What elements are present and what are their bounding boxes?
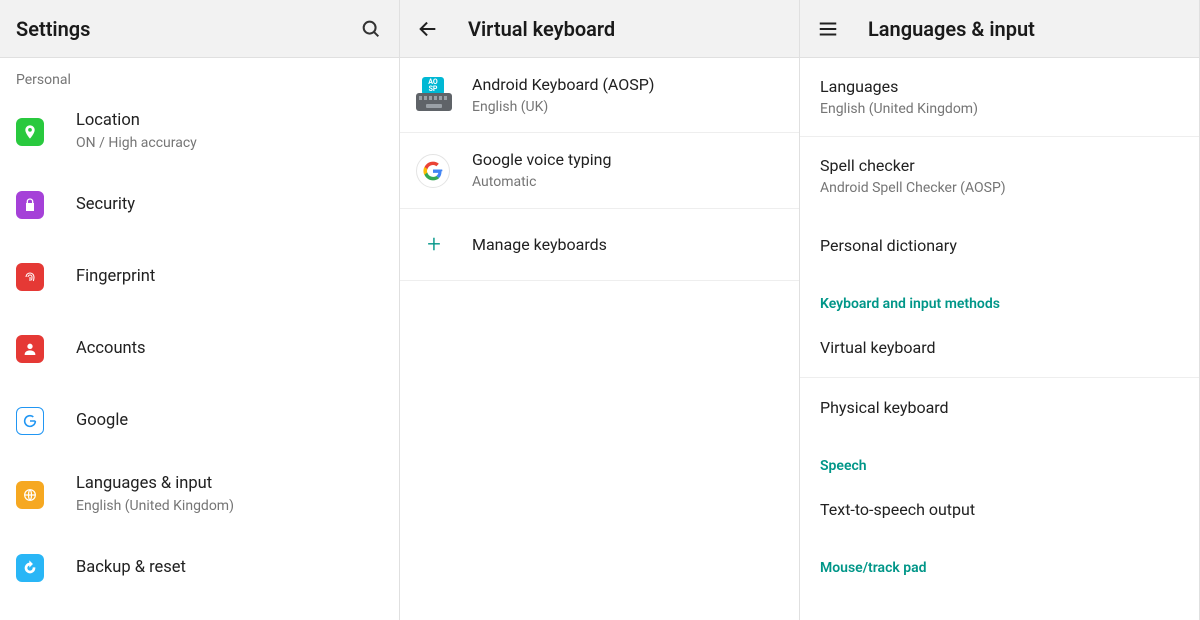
- li-title: Languages & input: [868, 17, 1183, 41]
- li-item-label: Languages: [820, 76, 1179, 98]
- virtual-keyboard-panel: Virtual keyboard AOSP Android Keyboard (…: [400, 0, 800, 620]
- hamburger-icon[interactable]: [816, 17, 840, 41]
- settings-item-sub: ON / High accuracy: [76, 134, 383, 153]
- settings-item-backup-reset[interactable]: Backup & reset: [0, 532, 399, 604]
- li-item-label: Physical keyboard: [820, 397, 1179, 419]
- li-category-speech: Speech: [800, 438, 1199, 480]
- li-category-mouse-trackpad: Mouse/track pad: [800, 540, 1199, 582]
- settings-category-personal: Personal: [0, 58, 399, 94]
- settings-panel: Settings Personal Location ON / High acc…: [0, 0, 400, 620]
- settings-item-label: Google: [76, 410, 383, 432]
- settings-title: Settings: [16, 17, 359, 41]
- settings-item-label: Location: [76, 110, 383, 132]
- fingerprint-icon: [16, 263, 76, 291]
- vk-appbar: Virtual keyboard: [400, 0, 799, 58]
- globe-icon: [16, 481, 76, 509]
- li-list: Languages English (United Kingdom) Spell…: [800, 58, 1199, 620]
- restore-icon: [16, 554, 76, 582]
- settings-item-accounts[interactable]: Accounts: [0, 313, 399, 385]
- settings-appbar: Settings: [0, 0, 399, 58]
- li-item-spell-checker[interactable]: Spell checker Android Spell Checker (AOS…: [800, 137, 1199, 215]
- settings-item-location[interactable]: Location ON / High accuracy: [0, 94, 399, 169]
- search-icon[interactable]: [359, 17, 383, 41]
- li-item-label: Personal dictionary: [820, 235, 1179, 257]
- lock-icon: [16, 191, 76, 219]
- google-g-icon: [16, 407, 76, 435]
- li-appbar: Languages & input: [800, 0, 1199, 58]
- li-item-sub: English (United Kingdom): [820, 100, 1179, 119]
- languages-input-panel: Languages & input Languages English (Uni…: [800, 0, 1200, 620]
- settings-item-google[interactable]: Google: [0, 385, 399, 457]
- li-item-label: Virtual keyboard: [820, 337, 1179, 359]
- settings-list: Personal Location ON / High accuracy Sec…: [0, 58, 399, 620]
- settings-item-languages-input[interactable]: Languages & input English (United Kingdo…: [0, 457, 399, 532]
- back-icon[interactable]: [416, 17, 440, 41]
- settings-item-security[interactable]: Security: [0, 169, 399, 241]
- li-item-languages[interactable]: Languages English (United Kingdom): [800, 58, 1199, 137]
- li-item-virtual-keyboard[interactable]: Virtual keyboard: [800, 318, 1199, 378]
- li-item-tts-output[interactable]: Text-to-speech output: [800, 480, 1199, 540]
- li-item-label: Text-to-speech output: [820, 499, 1179, 521]
- settings-item-label: Security: [76, 194, 383, 216]
- vk-list: AOSP Android Keyboard (AOSP) English (UK…: [400, 58, 799, 620]
- aosp-keyboard-icon: AOSP: [416, 79, 472, 111]
- settings-item-label: Fingerprint: [76, 266, 383, 288]
- vk-item-google-voice[interactable]: Google voice typing Automatic: [400, 133, 799, 208]
- vk-item-label: Android Keyboard (AOSP): [472, 74, 783, 96]
- google-logo-icon: [416, 154, 472, 188]
- settings-item-label: Accounts: [76, 338, 383, 360]
- settings-item-sub: English (United Kingdom): [76, 497, 383, 516]
- li-item-personal-dictionary[interactable]: Personal dictionary: [800, 216, 1199, 276]
- li-category-keyboard-methods: Keyboard and input methods: [800, 276, 1199, 318]
- settings-item-fingerprint[interactable]: Fingerprint: [0, 241, 399, 313]
- vk-title: Virtual keyboard: [468, 17, 783, 41]
- vk-item-label: Manage keyboards: [472, 234, 783, 256]
- person-icon: [16, 335, 76, 363]
- vk-item-sub: Automatic: [472, 173, 783, 192]
- location-icon: [16, 118, 76, 146]
- vk-item-manage-keyboards[interactable]: + Manage keyboards: [400, 209, 799, 281]
- vk-item-label: Google voice typing: [472, 149, 783, 171]
- li-item-sub: Android Spell Checker (AOSP): [820, 179, 1179, 198]
- settings-item-label: Languages & input: [76, 473, 383, 495]
- settings-item-label: Backup & reset: [76, 557, 383, 579]
- li-item-label: Spell checker: [820, 155, 1179, 177]
- vk-item-sub: English (UK): [472, 98, 783, 117]
- vk-item-android-keyboard[interactable]: AOSP Android Keyboard (AOSP) English (UK…: [400, 58, 799, 133]
- plus-icon: +: [416, 230, 472, 258]
- li-item-physical-keyboard[interactable]: Physical keyboard: [800, 378, 1199, 438]
